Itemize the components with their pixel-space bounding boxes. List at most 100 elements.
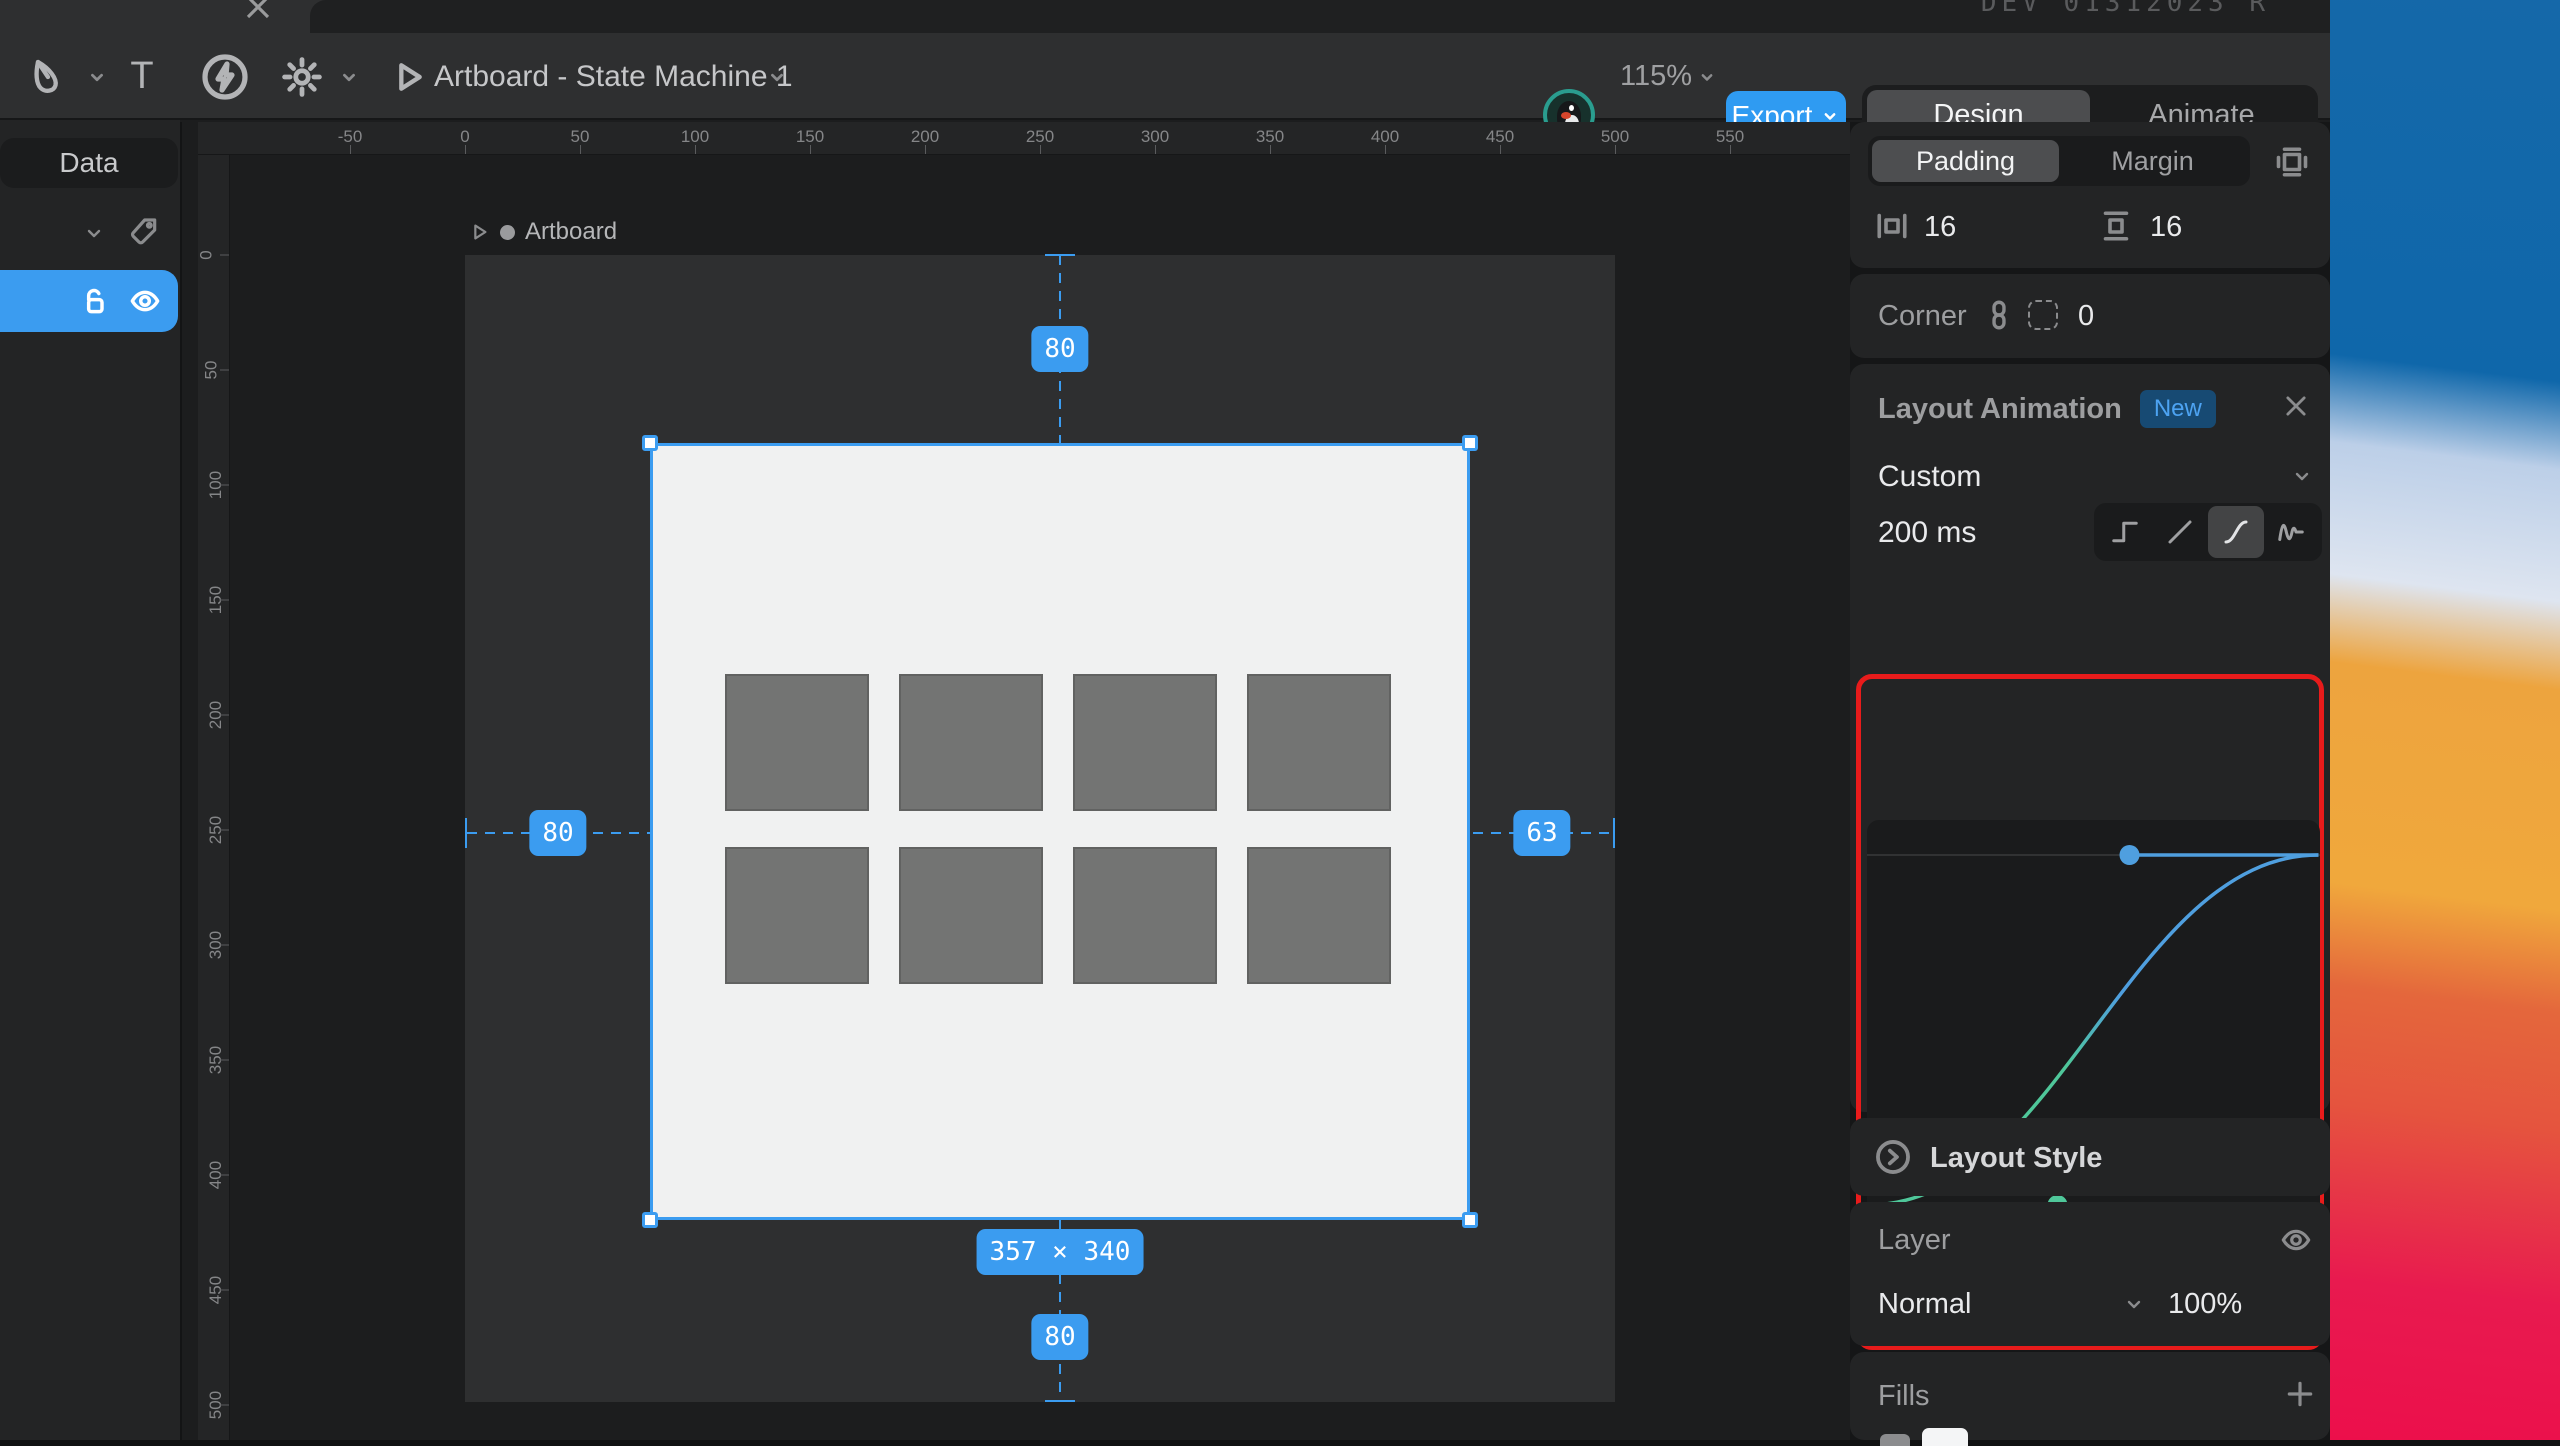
- easing-preset-select[interactable]: Custom: [1878, 460, 1981, 494]
- chevron-down-icon[interactable]: [2290, 464, 2314, 488]
- ruler-top-label: 100: [681, 127, 709, 147]
- grid-square[interactable]: [1073, 847, 1217, 984]
- corner-value[interactable]: 0: [2078, 300, 2094, 333]
- app-window: DEV 01312023 R T: [0, 0, 2330, 1440]
- pen-tool-button[interactable]: [18, 33, 78, 120]
- artboard-state-dot: [500, 225, 515, 240]
- chevron-down-icon[interactable]: [82, 221, 106, 245]
- selected-layer-row[interactable]: [0, 270, 178, 332]
- blend-mode-select[interactable]: Normal: [1878, 1288, 1971, 1321]
- ruler-top-label: 350: [1256, 127, 1284, 147]
- spacing-toggle-icon[interactable]: [2274, 144, 2310, 180]
- selected-element[interactable]: [650, 443, 1470, 1220]
- close-tab-icon[interactable]: [243, 0, 273, 22]
- zoom-control[interactable]: 115%: [1620, 33, 1692, 120]
- layer-title: Layer: [1878, 1224, 1951, 1257]
- easing-step-button[interactable]: [2097, 506, 2153, 558]
- ruler-tick: [925, 145, 926, 154]
- bezier-handle-end[interactable]: [2120, 845, 2140, 865]
- layout-style-card[interactable]: Layout Style: [1850, 1118, 2330, 1196]
- grid-square[interactable]: [899, 847, 1043, 984]
- ruler-tick: [220, 1060, 229, 1061]
- document-title[interactable]: Artboard - State Machine 1: [434, 33, 793, 120]
- measure-badge-bottom: 80: [1031, 1314, 1088, 1360]
- new-badge: New: [2140, 390, 2216, 428]
- size-badge: 357 × 340: [977, 1229, 1144, 1275]
- ruler-vertical: 050100150200250300350400450500: [198, 122, 230, 1440]
- grid-square[interactable]: [899, 674, 1043, 811]
- text-tool-icon: T: [130, 55, 153, 98]
- padding-vertical-value[interactable]: 16: [2150, 211, 2182, 244]
- pen-tool-dropdown[interactable]: [80, 33, 114, 120]
- chevron-down-icon: [766, 66, 788, 88]
- unlock-icon[interactable]: [78, 285, 110, 317]
- plus-icon[interactable]: [2284, 1378, 2316, 1410]
- close-icon[interactable]: [2282, 392, 2310, 420]
- grid-square[interactable]: [725, 847, 869, 984]
- fill-color-swatch[interactable]: [1922, 1428, 1968, 1446]
- settings-button[interactable]: [272, 33, 332, 120]
- ruler-tick: [220, 715, 229, 716]
- layout-animation-card: Layout Animation New Custom 200 ms: [1850, 364, 2330, 1112]
- grid-square[interactable]: [725, 674, 869, 811]
- toolbar: T: [0, 33, 2330, 120]
- padding-horizontal-value[interactable]: 16: [1924, 211, 1956, 244]
- ruler-tick: [1500, 145, 1501, 154]
- ruler-tick: [220, 1290, 229, 1291]
- element-grid: [725, 674, 1393, 984]
- chevron-down-icon: [86, 66, 108, 88]
- zoom-dropdown[interactable]: [1692, 33, 1722, 120]
- artboard-label[interactable]: Artboard: [468, 216, 617, 248]
- resize-handle-ne[interactable]: [1462, 435, 1478, 451]
- circle-chevron-right-icon[interactable]: [1874, 1138, 1912, 1176]
- duration-field[interactable]: 200 ms: [1878, 516, 1976, 550]
- grid-square[interactable]: [1073, 674, 1217, 811]
- dev-build-label: DEV 01312023 R: [1981, 0, 2270, 18]
- padding-horizontal-icon: [1874, 208, 1910, 244]
- grid-square[interactable]: [1247, 847, 1391, 984]
- eye-icon[interactable]: [2278, 1224, 2314, 1256]
- measure-cap: [1613, 818, 1615, 848]
- ruler-top-label: 200: [911, 127, 939, 147]
- link-icon[interactable]: [1984, 298, 2014, 332]
- ruler-tick: [1730, 145, 1731, 154]
- chevron-down-icon: [338, 66, 360, 88]
- inspector-panel: Padding Margin 16 16 Corner: [1850, 122, 2330, 1440]
- corner-label: Corner: [1878, 300, 1967, 333]
- resize-handle-nw[interactable]: [642, 435, 658, 451]
- ruler-top-label: 50: [571, 127, 590, 147]
- text-tool-button[interactable]: T: [112, 33, 172, 120]
- tab-padding[interactable]: Padding: [1872, 140, 2059, 182]
- layout-animation-title: Layout Animation: [1878, 393, 2122, 426]
- settings-dropdown[interactable]: [332, 33, 366, 120]
- canvas[interactable]: 050100150200250300350400450500 -50050100…: [180, 122, 1850, 1440]
- easing-bezier-button[interactable]: [2208, 506, 2264, 558]
- spacing-card: Padding Margin 16 16: [1850, 122, 2330, 268]
- ruler-left-label: 50: [201, 361, 221, 380]
- resize-handle-se[interactable]: [1462, 1212, 1478, 1228]
- play-button[interactable]: [380, 33, 436, 120]
- opacity-field[interactable]: 100%: [2168, 1288, 2242, 1321]
- tag-icon[interactable]: [128, 216, 160, 248]
- grid-square[interactable]: [1247, 674, 1391, 811]
- spring-curve-icon: [2276, 517, 2306, 547]
- resize-handle-sw[interactable]: [642, 1212, 658, 1228]
- play-icon[interactable]: [468, 221, 490, 243]
- title-dropdown[interactable]: [760, 33, 794, 120]
- lightning-icon: [201, 53, 249, 101]
- eyedropper-icon[interactable]: [1880, 1434, 1910, 1446]
- play-icon: [388, 57, 428, 97]
- easing-spring-button[interactable]: [2264, 506, 2320, 558]
- document-tab[interactable]: DEV 01312023 R: [310, 0, 2330, 33]
- chevron-down-icon[interactable]: [2122, 1292, 2146, 1316]
- ruler-top-label: 0: [460, 127, 469, 147]
- tab-margin[interactable]: Margin: [2059, 140, 2246, 182]
- ruler-tick: [810, 145, 811, 154]
- actions-tool-button[interactable]: [192, 33, 258, 120]
- ruler-tick: [695, 145, 696, 154]
- layout-style-title: Layout Style: [1930, 1142, 2102, 1175]
- easing-linear-button[interactable]: [2153, 506, 2209, 558]
- layer-card: Layer Normal 100%: [1850, 1202, 2330, 1346]
- tab-data[interactable]: Data: [0, 138, 178, 188]
- eye-icon[interactable]: [128, 285, 162, 317]
